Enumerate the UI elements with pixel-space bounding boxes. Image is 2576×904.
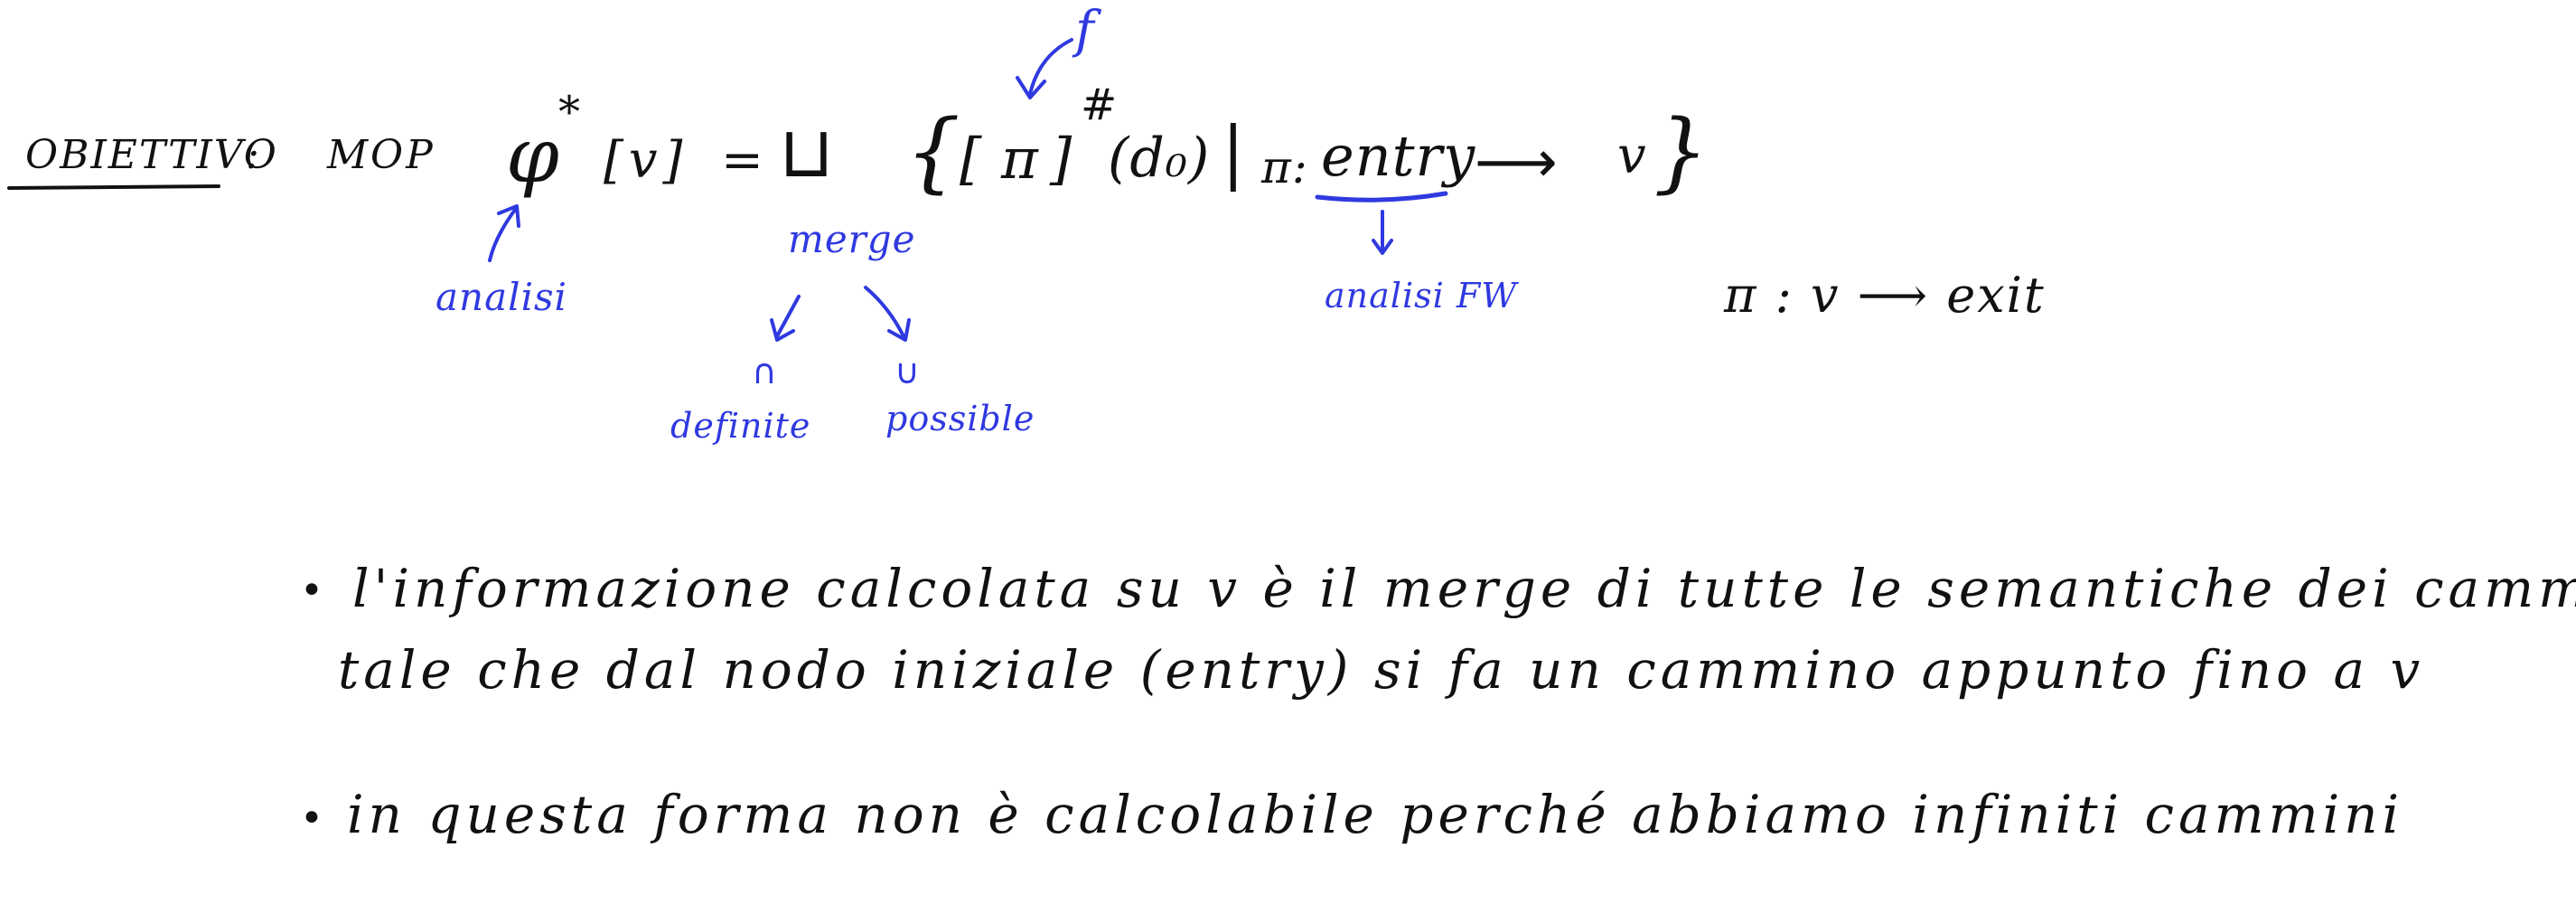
merge-annotation: merge [788, 217, 916, 261]
objective-colon: : [246, 132, 260, 178]
bullet-marker: • [300, 796, 324, 842]
semantics-sharp: # [1081, 80, 1118, 130]
formula-d0: (d₀) [1108, 127, 1211, 190]
handwritten-note-page: OBIETTIVO : MOP φ * [v] = ⊔ { [ π ] # (d… [0, 0, 2576, 904]
merge-right-arrow [864, 286, 905, 338]
entry-down-arrow-head [1372, 239, 1393, 255]
f-arrow [1028, 38, 1073, 96]
formula-equals: = [721, 131, 764, 190]
analisi-arrow [488, 208, 517, 262]
path-pi: π: [1261, 141, 1308, 193]
union-symbol: ∪ [895, 352, 920, 391]
f-arrow-head [1016, 76, 1046, 99]
path-arrow: ⟶ [1475, 129, 1558, 196]
possible-annotation: possible [885, 399, 1035, 438]
mop-label: MOP [327, 132, 436, 178]
merge-left-arrow-head [770, 318, 795, 342]
merge-right-arrow-head [887, 318, 911, 342]
bullet-line: l'informazione calcolata su v è il merge… [352, 558, 2576, 619]
bullet-line: tale che dal nodo iniziale (entry) si fa… [338, 639, 2425, 701]
objective-underline [7, 184, 220, 190]
intersection-symbol: ∩ [752, 352, 777, 391]
entry-node: entry [1321, 123, 1476, 189]
semantics-close-bracket: ] [1050, 126, 1073, 192]
semantics-open-bracket: [ [960, 126, 983, 192]
bullet-line: in questa forma non è calcolabile perché… [347, 784, 2404, 845]
analisi-annotation: analisi [436, 275, 567, 319]
backward-path-note: π : v ⟶ exit [1724, 267, 2046, 324]
semantics-pi: π [1001, 126, 1039, 192]
merge-symbol: ⊔ [779, 112, 834, 193]
merge-left-arrow [775, 295, 801, 338]
formula-phi: φ [506, 111, 560, 200]
entry-underline [1315, 191, 1448, 202]
bullet-marker: • [300, 568, 324, 614]
analisi-arrow-head [497, 204, 520, 228]
formula-target-v: v [1617, 127, 1647, 185]
objective-heading: OBIETTIVO [25, 132, 278, 178]
formula-close-brace: } [1653, 101, 1710, 202]
definite-annotation: definite [670, 406, 811, 446]
formula-star: * [558, 87, 581, 137]
formula-open-brace: { [905, 101, 962, 202]
f-annotation: f [1075, 1, 1095, 60]
analisi-fw-annotation: analisi FW [1325, 276, 1518, 315]
formula-arg: [v] [604, 131, 688, 190]
formula-bar: | [1222, 111, 1246, 192]
